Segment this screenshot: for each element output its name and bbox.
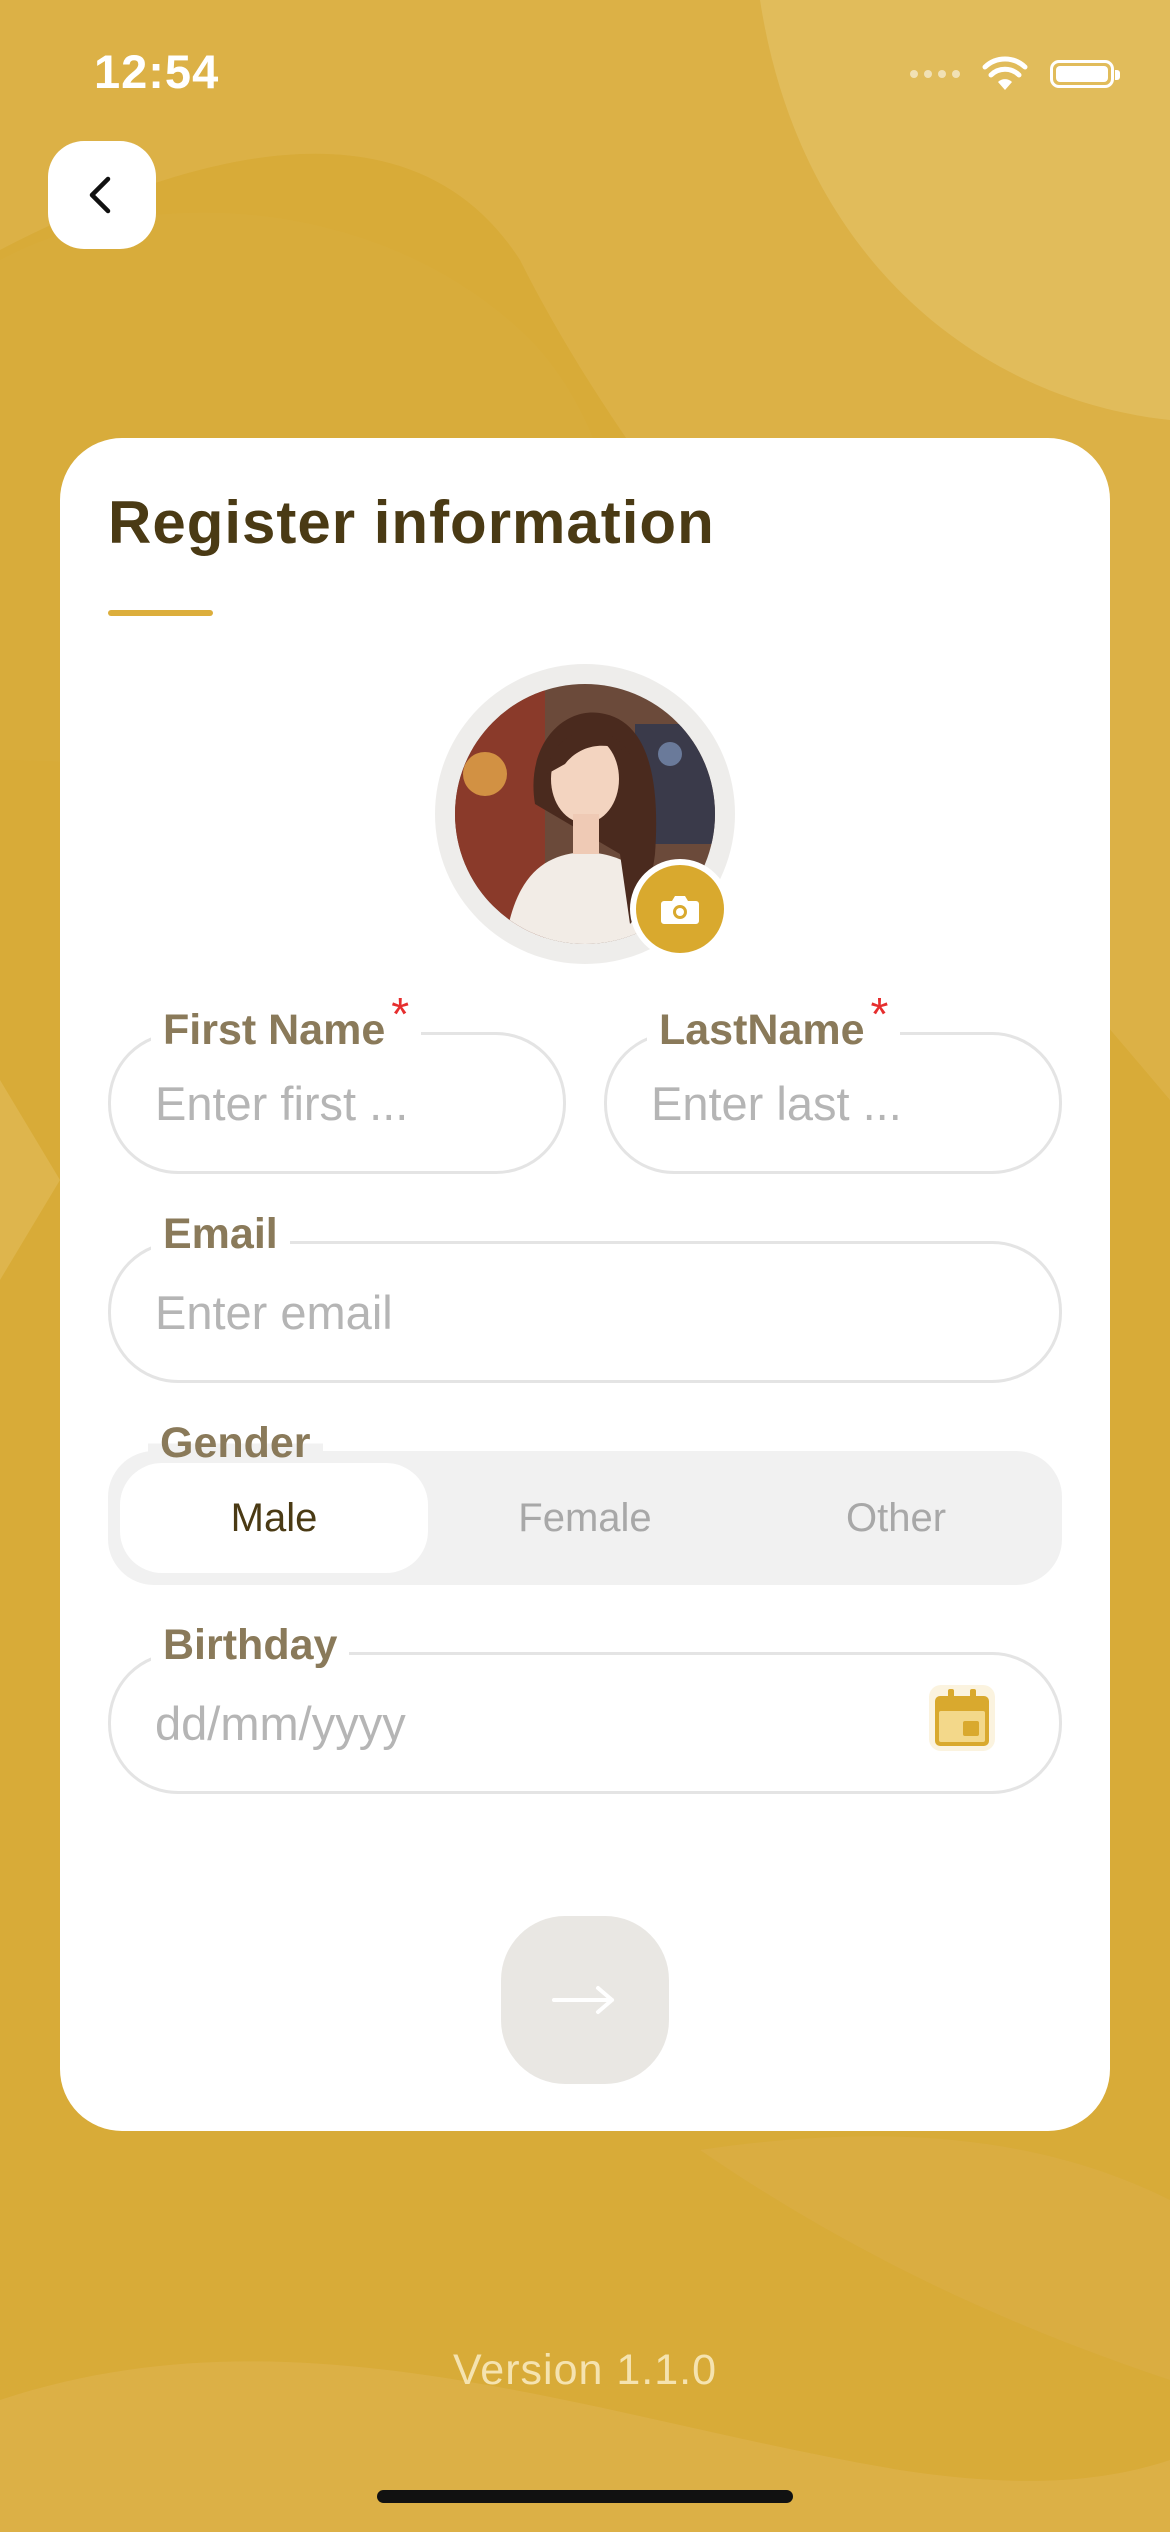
chevron-left-icon bbox=[89, 176, 111, 214]
battery-icon bbox=[1050, 60, 1120, 88]
gender-option-female[interactable]: Female bbox=[431, 1463, 739, 1573]
register-card: Register information First Name * Enter … bbox=[60, 438, 1110, 2131]
calendar-button[interactable] bbox=[925, 1681, 999, 1755]
home-indicator bbox=[377, 2490, 793, 2503]
back-button[interactable] bbox=[48, 141, 156, 249]
gender-selector: Gender Male Female Other bbox=[108, 1419, 1062, 1585]
required-mark: * bbox=[391, 988, 410, 1040]
last-name-field: LastName * bbox=[604, 988, 1062, 1174]
version-label: Version 1.1.0 bbox=[452, 2346, 717, 2394]
arrow-right-icon bbox=[552, 1986, 614, 2014]
status-icons bbox=[910, 56, 1120, 92]
email-input[interactable] bbox=[155, 1244, 1019, 1380]
birthday-input[interactable] bbox=[155, 1655, 899, 1791]
status-time: 12:54 bbox=[94, 45, 220, 98]
first-name-field: First Name * bbox=[108, 988, 566, 1174]
avatar-section bbox=[435, 664, 735, 964]
required-mark: * bbox=[870, 988, 889, 1040]
next-button[interactable] bbox=[501, 1916, 669, 2084]
camera-icon bbox=[661, 896, 699, 924]
email-field: Email bbox=[108, 1210, 1062, 1383]
title-underline bbox=[108, 610, 213, 616]
camera-button[interactable] bbox=[630, 859, 730, 959]
first-name-input[interactable] bbox=[155, 1035, 523, 1171]
gender-label: Gender bbox=[148, 1419, 323, 1468]
wifi-icon bbox=[982, 56, 1028, 90]
gender-option-other[interactable]: Other bbox=[742, 1463, 1050, 1573]
gender-option-male[interactable]: Male bbox=[120, 1463, 428, 1573]
calendar-icon bbox=[929, 1685, 995, 1751]
birthday-field: Birthday bbox=[108, 1621, 1062, 1794]
signal-icon bbox=[910, 70, 960, 78]
last-name-input[interactable] bbox=[651, 1035, 1019, 1171]
page-title: Register information bbox=[108, 489, 715, 556]
